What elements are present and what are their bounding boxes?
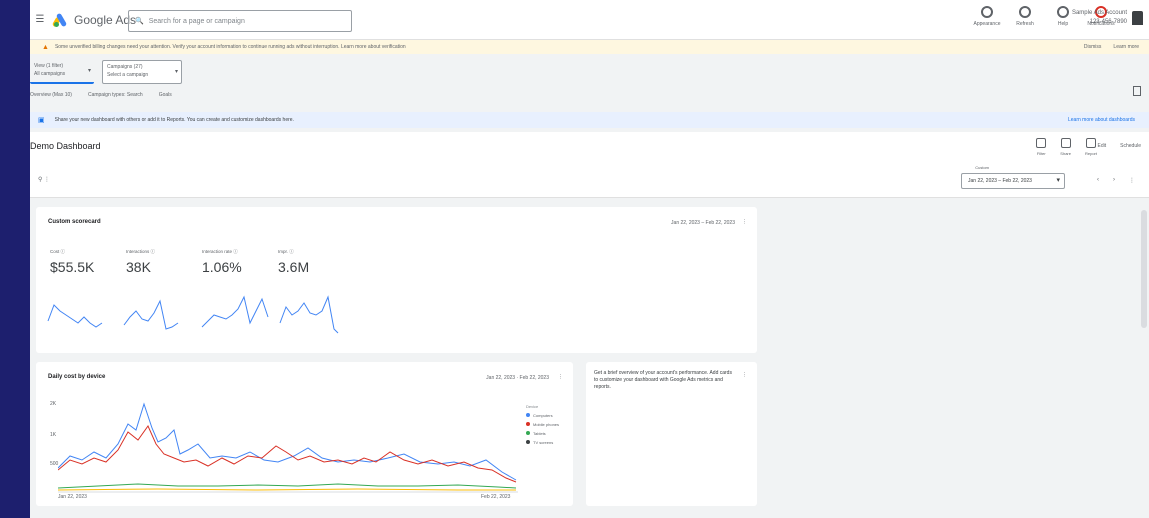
card-date: Jan 22, 2023 · Feb 22, 2023 [486,375,549,381]
more-options-icon[interactable]: ⋮ [1129,177,1135,184]
search-input[interactable]: 🔍 Search for a page or campaign [128,10,352,32]
x-tick: Jan 22, 2023 [58,494,87,500]
share-button[interactable]: Share [1060,138,1071,156]
card-date: Jan 22, 2023 – Feb 22, 2023 [671,220,735,226]
filter-list-icon[interactable]: ⚲ ⋮ [38,176,50,183]
help-icon [1057,6,1069,18]
note-card: Get a brief overview of your account's p… [586,362,757,506]
metric-interaction-rate[interactable]: Interaction rate ⓘ 1.06% [202,249,256,275]
google-ads-logo-icon [51,12,68,28]
refresh-icon [1019,6,1031,18]
top-bar: ☰ Google Ads 🔍 Search for a page or camp… [30,0,1149,40]
sparkline-interaction-rate [201,295,269,328]
metric-impressions[interactable]: Impr. ⓘ 3.6M [278,249,332,275]
avatar[interactable] [1132,11,1143,25]
card-menu-icon[interactable]: ⋮ [558,374,563,380]
series-computers [58,402,517,481]
chart-legend: Device Computers Mobile phones Tablets T… [526,404,560,447]
series-tablets [58,483,517,489]
view-selector[interactable]: View (1 filter) All campaigns ▾ [30,60,94,84]
card-menu-icon[interactable]: ⋮ [742,219,747,225]
share-icon [1060,138,1071,148]
scrollbar[interactable] [1141,210,1147,328]
chevron-down-icon: ▾ [174,69,178,75]
filter-tabs: Overview (Max 10) Campaign types: Search… [30,92,172,98]
logo: Google Ads [51,12,137,28]
chevron-down-icon: ▾ [1056,177,1060,184]
series-tv-screens [58,488,516,491]
info-banner: ▣ Share your new dashboard with others o… [30,112,1149,128]
app-frame: ☰ Google Ads 🔍 Search for a page or camp… [30,0,1149,518]
series-mobile-phones [58,424,517,483]
metric-interactions[interactable]: Interactions ⓘ 38K [126,249,180,275]
edit-button[interactable]: Edit [1098,143,1107,149]
appearance-icon [981,6,993,18]
dashboard-tools: Filter Share Report [1036,138,1097,156]
search-icon: 🔍 [135,18,144,25]
info-text: Share your new dashboard with others or … [54,117,294,123]
alert-banner: ▲ Some unverified billing changes need y… [30,40,1149,54]
card-menu-icon[interactable]: ⋮ [742,372,747,378]
report-icon [1085,138,1096,148]
filter-icon [1036,138,1047,148]
menu-icon[interactable]: ☰ [32,14,48,25]
card-title: Custom scorecard [48,219,101,225]
prev-period-button[interactable]: ‹ [1097,177,1099,184]
card-title: Daily cost by device [48,374,106,380]
info-icon: ▣ [38,117,45,124]
campaign-selector[interactable]: Campaigns (27) Select a campaign ▾ [102,60,182,84]
sparkline-cost [47,304,103,328]
date-range-picker[interactable]: Jan 22, 2023 – Feb 22, 2023 ▾ [961,173,1065,189]
panel-toggle-icon[interactable] [1133,86,1141,96]
metric-cost[interactable]: Cost ⓘ $55.5K [50,249,104,275]
scorecard-card: Custom scorecard Jan 22, 2023 – Feb 22, … [36,207,757,353]
learn-more-button[interactable]: Learn more [1113,44,1139,50]
sparkline-impressions [279,295,339,334]
legend-item[interactable]: Computers [526,411,559,420]
filter-button[interactable]: Filter [1036,138,1047,156]
next-period-button[interactable]: › [1113,177,1115,184]
dismiss-button[interactable]: Dismiss [1084,44,1102,50]
search-placeholder: Search for a page or campaign [148,17,245,25]
sparkline-interactions [123,299,179,330]
legend-item[interactable]: TV screens [526,438,559,447]
tab-overview[interactable]: Overview (Max 10) [30,92,72,98]
report-button[interactable]: Report [1085,138,1097,156]
y-tick: 2K [50,401,57,407]
logo-text: Google Ads [74,12,137,27]
x-tick: Feb 22, 2023 [481,494,511,500]
dashboard-header: Demo Dashboard Filter Share Report Edit … [30,132,1149,198]
refresh-button[interactable]: Refresh [1013,6,1037,27]
info-link[interactable]: Learn more about dashboards [1068,117,1135,123]
daily-cost-card: Daily cost by device Jan 22, 2023 · Feb … [36,362,573,506]
appearance-button[interactable]: Appearance [974,6,1000,27]
legend-item[interactable]: Mobile phones [526,420,559,429]
tab-goals[interactable]: Goals [159,92,172,98]
account-selectors: View (1 filter) All campaigns ▾ Campaign… [30,60,182,84]
tab-campaign-types[interactable]: Campaign types: Search [88,92,143,98]
date-range-label: Custom [975,165,989,170]
metrics-row: Cost ⓘ $55.5K Interactions ⓘ 38K Interac… [50,249,332,275]
note-text: Get a brief overview of your account's p… [594,370,732,390]
sparklines [47,295,339,334]
chevron-down-icon: ▾ [87,68,91,74]
line-chart [58,402,518,493]
account-switcher[interactable]: Sample Ads Account 123-456-7890 [1072,9,1127,27]
legend-item[interactable]: Tablets [526,429,559,438]
warning-icon: ▲ [42,43,49,51]
alert-text: Some unverified billing changes need you… [54,44,406,50]
page-title: Demo Dashboard [30,141,101,151]
schedule-button[interactable]: Schedule [1120,143,1141,149]
y-tick: 1K [50,432,57,438]
